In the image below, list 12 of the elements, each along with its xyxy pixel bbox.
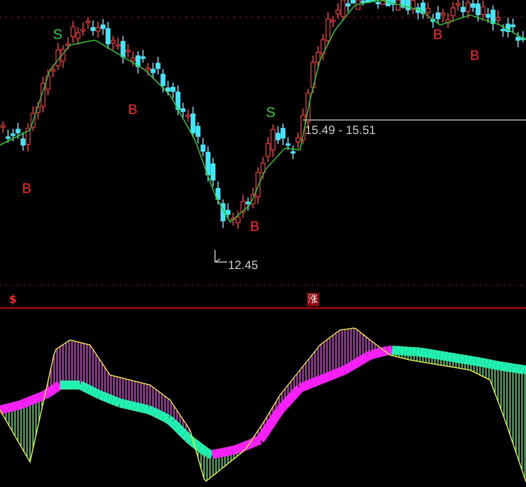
low-price-label: 12.45 (228, 258, 258, 272)
price-range-label: 15.49 - 15.51 (305, 123, 376, 137)
signal-marker: B (22, 180, 32, 196)
signal-marker: B (433, 26, 442, 42)
signal-marker: B (470, 47, 480, 63)
rise-badge: 涨 (307, 293, 319, 306)
signal-marker: B (250, 218, 260, 234)
signal-marker: S (53, 26, 62, 42)
signal-marker: B (128, 101, 138, 117)
currency-icon: $ (9, 294, 17, 306)
signal-marker: S (266, 104, 276, 120)
low-pointer-icon (214, 250, 228, 262)
